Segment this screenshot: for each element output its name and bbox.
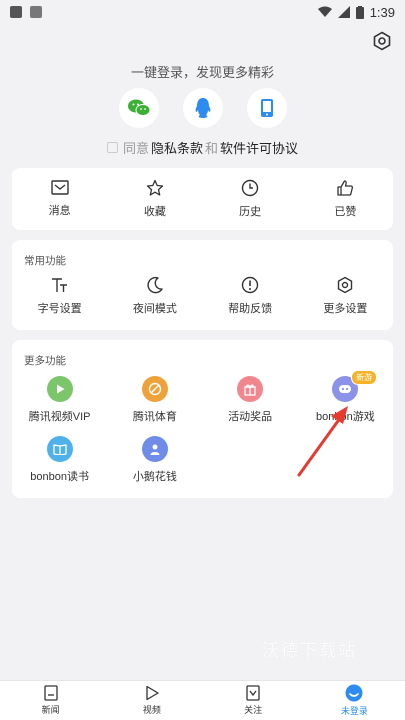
help-icon bbox=[241, 276, 259, 294]
news-icon bbox=[43, 685, 58, 701]
privacy-link[interactable]: 隐私条款 bbox=[151, 138, 203, 157]
tab-label: 关注 bbox=[244, 705, 263, 715]
follow-icon bbox=[246, 685, 260, 701]
bottom-tab-bar: 新闻 视频 关注 未登录 bbox=[0, 680, 405, 720]
more-functions-card: 更多功能 腾讯视频VIP 腾讯体育 活动奖品 新游 bonbon游戏 bonbo… bbox=[12, 340, 393, 498]
clock-time: 1:39 bbox=[369, 4, 395, 20]
wechat-icon bbox=[127, 99, 150, 116]
status-right: 1:39 bbox=[317, 4, 395, 20]
help-feedback[interactable]: 帮助反馈 bbox=[203, 276, 298, 316]
moon-icon bbox=[147, 276, 163, 294]
login-hint: 一键登录，发现更多精彩 bbox=[130, 65, 274, 80]
activity-prizes[interactable]: 活动奖品 bbox=[203, 376, 298, 424]
a-notification-icon bbox=[30, 6, 42, 18]
quick-item-messages[interactable]: 消息 bbox=[12, 168, 107, 230]
notification-icons bbox=[10, 6, 42, 18]
xiaoe-spend[interactable]: 小鹅花钱 bbox=[107, 436, 202, 484]
quick-item-favorites[interactable]: 收藏 bbox=[107, 168, 202, 230]
quick-item-history[interactable]: 历史 bbox=[203, 168, 298, 230]
app-notification-icon bbox=[10, 6, 22, 18]
hexagon-settings-icon bbox=[373, 31, 391, 51]
wechat-login-button[interactable] bbox=[118, 88, 159, 128]
tab-video[interactable]: 视频 bbox=[101, 681, 202, 720]
function-label: 更多设置 bbox=[323, 303, 368, 315]
function-label: 夜间模式 bbox=[132, 303, 177, 315]
tencent-sports[interactable]: 腾讯体育 bbox=[107, 376, 202, 424]
gift-icon bbox=[237, 376, 264, 402]
status-bar: 1:39 bbox=[0, 0, 405, 24]
common-functions-card: 常用功能 字号设置 夜间模式 帮助反馈 更多设置 bbox=[12, 240, 393, 330]
font-size-setting[interactable]: 字号设置 bbox=[12, 276, 107, 316]
clock-icon bbox=[241, 179, 259, 197]
quick-actions-card: 消息 收藏 历史 已赞 bbox=[12, 168, 393, 230]
new-game-badge: 新游 bbox=[351, 370, 378, 385]
tab-label: 视频 bbox=[142, 705, 161, 715]
quick-item-liked[interactable]: 已赞 bbox=[298, 168, 393, 230]
thumbs-up-icon bbox=[337, 180, 354, 196]
book-icon bbox=[46, 436, 73, 462]
settings-button[interactable] bbox=[371, 30, 393, 52]
wallet-icon bbox=[141, 436, 168, 462]
login-options bbox=[0, 88, 405, 128]
bonbon-reading[interactable]: bonbon读书 bbox=[12, 436, 107, 484]
app-label: bonbon游戏 bbox=[316, 411, 375, 423]
phone-login-button[interactable] bbox=[246, 88, 287, 128]
star-icon bbox=[146, 179, 164, 196]
bonbon-games[interactable]: 新游 bonbon游戏 bbox=[298, 370, 393, 424]
function-label: 字号设置 bbox=[37, 303, 82, 315]
app-label: 活动奖品 bbox=[228, 411, 273, 423]
app-label: 小鹅花钱 bbox=[132, 471, 177, 483]
wifi-icon bbox=[317, 6, 332, 17]
agree-and: 和 bbox=[205, 141, 219, 156]
tab-label: 新闻 bbox=[41, 705, 60, 715]
app-label: 腾讯视频VIP bbox=[28, 411, 91, 423]
tab-follow[interactable]: 关注 bbox=[203, 681, 304, 720]
sports-icon bbox=[141, 376, 168, 402]
battery-icon bbox=[355, 5, 364, 19]
more-settings[interactable]: 更多设置 bbox=[298, 276, 393, 316]
qq-login-button[interactable] bbox=[182, 88, 223, 128]
quick-item-label: 历史 bbox=[239, 206, 262, 218]
tab-profile[interactable]: 未登录 bbox=[304, 681, 405, 720]
font-size-icon bbox=[51, 278, 67, 292]
play-icon bbox=[46, 376, 73, 402]
license-link[interactable]: 软件许可协议 bbox=[220, 138, 298, 157]
app-label: bonbon读书 bbox=[30, 471, 89, 483]
tencent-video-vip[interactable]: 腾讯视频VIP bbox=[12, 376, 107, 424]
watermark: 沃德下载站 bbox=[262, 641, 357, 660]
qq-icon bbox=[195, 98, 210, 118]
tab-label: 未登录 bbox=[340, 706, 368, 716]
agreement-row: 同意 隐私条款 和 软件许可协议 bbox=[0, 138, 405, 157]
message-icon bbox=[50, 180, 69, 195]
agree-prefix: 同意 bbox=[122, 141, 149, 156]
agree-checkbox[interactable] bbox=[106, 142, 118, 153]
section-title: 更多功能 bbox=[24, 355, 66, 367]
common-functions-grid: 字号设置 夜间模式 帮助反馈 更多设置 bbox=[12, 276, 393, 316]
tab-news[interactable]: 新闻 bbox=[0, 681, 101, 720]
quick-item-label: 已赞 bbox=[334, 206, 357, 218]
quick-item-label: 收藏 bbox=[143, 206, 166, 218]
function-label: 帮助反馈 bbox=[228, 303, 273, 315]
phone-icon bbox=[260, 99, 273, 117]
video-icon bbox=[146, 685, 159, 701]
profile-icon bbox=[345, 684, 363, 702]
night-mode[interactable]: 夜间模式 bbox=[107, 276, 202, 316]
quick-item-label: 消息 bbox=[48, 205, 71, 217]
settings-icon bbox=[338, 276, 353, 294]
app-label: 腾讯体育 bbox=[132, 411, 177, 423]
more-functions-grid: 腾讯视频VIP 腾讯体育 活动奖品 新游 bonbon游戏 bonbon读书 小… bbox=[12, 370, 393, 484]
section-title: 常用功能 bbox=[24, 255, 66, 267]
signal-icon bbox=[337, 6, 350, 18]
